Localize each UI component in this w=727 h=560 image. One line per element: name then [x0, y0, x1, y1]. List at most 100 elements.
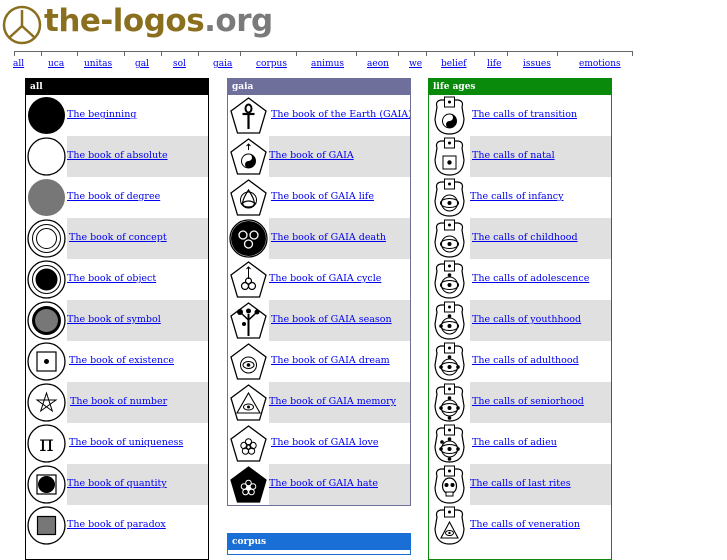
item-link[interactable]: The calls of adieu	[472, 437, 557, 448]
pi-icon[interactable]: π	[26, 423, 67, 464]
concentric-circles-icon[interactable]	[26, 218, 67, 259]
item-link[interactable]: The book of GAIA	[269, 150, 354, 161]
item-link[interactable]: The book of GAIA cycle	[269, 273, 381, 284]
eye-icon[interactable]	[228, 341, 269, 382]
nav-link-sol[interactable]: sol	[173, 59, 186, 69]
nav-tick	[14, 51, 15, 56]
item-link[interactable]: The calls of natal	[472, 150, 555, 161]
item-link[interactable]: The calls of childhood	[472, 232, 578, 243]
nav-link-aeon[interactable]: aeon	[367, 59, 389, 69]
triskele-icon[interactable]	[228, 218, 269, 259]
item-link[interactable]: The calls of adulthood	[472, 355, 579, 366]
nav-link-corpus[interactable]: corpus	[256, 59, 287, 69]
yin-yang-icon[interactable]	[228, 136, 269, 177]
item-link[interactable]: The book of the Earth (GAIA)	[271, 109, 410, 120]
item-link[interactable]: The book of absolute	[67, 150, 168, 161]
nav-link-unitas[interactable]: unitas	[84, 59, 112, 69]
list-item: The book of GAIA hate	[228, 464, 410, 505]
eye-icon[interactable]	[429, 382, 470, 423]
nav-tick	[632, 51, 633, 56]
nav-link-issues[interactable]: issues	[523, 59, 551, 69]
nav-link-gaia[interactable]: gaia	[213, 59, 232, 69]
item-link[interactable]: The book of existence	[69, 355, 174, 366]
list-item: The book of quantity	[26, 464, 208, 505]
list-item: The book of degree	[26, 177, 208, 218]
item-link[interactable]: The calls of seniorhood	[472, 396, 584, 407]
pentagram-icon[interactable]	[26, 382, 67, 423]
nav-tick	[124, 51, 125, 56]
gray-square-icon[interactable]	[26, 505, 67, 546]
item-link[interactable]: The calls of youthhood	[472, 314, 581, 325]
item-link[interactable]: The book of degree	[67, 191, 160, 202]
item-link[interactable]: The book of paradox	[67, 519, 166, 530]
panel-corpus-title: corpus	[228, 534, 410, 550]
nav-link-all[interactable]: all	[13, 59, 24, 69]
panel-gaia-list: The book of the Earth (GAIA) The book of …	[228, 95, 410, 505]
nav-tick	[356, 51, 357, 56]
nav-link-emotions[interactable]: emotions	[579, 59, 621, 69]
eye-triangle-icon[interactable]	[228, 382, 269, 423]
empty-circle-icon[interactable]	[26, 136, 67, 177]
nav-link-gal[interactable]: gal	[135, 59, 149, 69]
ankh-icon[interactable]	[228, 95, 269, 136]
list-item: The calls of adolescence	[429, 259, 611, 300]
circle-black-center-icon[interactable]	[26, 259, 67, 300]
eye-triangle-icon[interactable]	[429, 505, 470, 546]
eye-icon[interactable]	[429, 259, 470, 300]
nav-link-uca[interactable]: uca	[48, 59, 64, 69]
nav-link-we[interactable]: we	[409, 59, 422, 69]
item-link[interactable]: The book of GAIA hate	[269, 478, 378, 489]
panel-all-title: all	[26, 79, 208, 95]
item-link[interactable]: The book of GAIA dream	[271, 355, 390, 366]
yin-yang-icon[interactable]	[429, 95, 470, 136]
gray-circle-icon[interactable]	[26, 177, 67, 218]
square-black-circle-icon[interactable]	[26, 464, 67, 505]
item-link[interactable]: The book of GAIA death	[271, 232, 386, 243]
item-link[interactable]: The book of concept	[69, 232, 167, 243]
eye-icon[interactable]	[429, 218, 470, 259]
list-item: The book of GAIA death	[228, 218, 410, 259]
item-link[interactable]: The book of GAIA season	[271, 314, 392, 325]
nav-tick	[474, 51, 475, 56]
item-link[interactable]: The book of symbol	[67, 314, 161, 325]
item-link[interactable]: The calls of infancy	[470, 191, 563, 202]
nav-link-belief[interactable]: belief	[441, 59, 467, 69]
item-link[interactable]: The book of GAIA life	[271, 191, 374, 202]
item-link[interactable]: The calls of veneration	[470, 519, 580, 530]
item-link[interactable]: The book of quantity	[67, 478, 167, 489]
svg-text:π: π	[39, 432, 53, 457]
nav-link-animus[interactable]: animus	[311, 59, 344, 69]
filled-black-circle-icon[interactable]	[26, 95, 67, 136]
spiral-icon[interactable]	[228, 259, 269, 300]
list-item: The book of object	[26, 259, 208, 300]
item-link[interactable]: The book of GAIA love	[271, 437, 378, 448]
eye-icon[interactable]	[429, 300, 470, 341]
list-item: The book of GAIA love	[228, 423, 410, 464]
item-link[interactable]: The calls of transition	[472, 109, 577, 120]
eye-icon[interactable]	[429, 341, 470, 382]
square-dot-icon[interactable]	[429, 136, 470, 177]
item-link[interactable]: The calls of adolescence	[472, 273, 589, 284]
black-flower-icon[interactable]	[228, 464, 269, 505]
item-link[interactable]: The calls of last rites	[470, 478, 571, 489]
eye-icon[interactable]	[429, 423, 470, 464]
square-dot-icon[interactable]	[26, 341, 67, 382]
nav-link-life[interactable]: life	[487, 59, 501, 69]
list-item: The book of symbol	[26, 300, 208, 341]
list-item: The calls of infancy	[429, 177, 611, 218]
tree-icon[interactable]	[228, 300, 269, 341]
nav-tick	[507, 51, 508, 56]
flower-icon[interactable]	[228, 423, 269, 464]
item-link[interactable]: The book of number	[70, 396, 167, 407]
list-item: The beginning	[26, 95, 208, 136]
item-link[interactable]: The beginning	[67, 109, 136, 120]
item-link[interactable]: The book of GAIA memory	[269, 396, 396, 407]
logo-icon[interactable]	[2, 4, 42, 46]
circle-gray-center-icon[interactable]	[26, 300, 67, 341]
item-link[interactable]: The book of uniqueness	[69, 437, 183, 448]
eye-icon[interactable]	[429, 177, 470, 218]
triquetra-icon[interactable]	[228, 177, 269, 218]
site-logo-text[interactable]: the-logos.org	[44, 3, 273, 39]
skull-icon[interactable]	[429, 464, 470, 505]
item-link[interactable]: The book of object	[67, 273, 156, 284]
